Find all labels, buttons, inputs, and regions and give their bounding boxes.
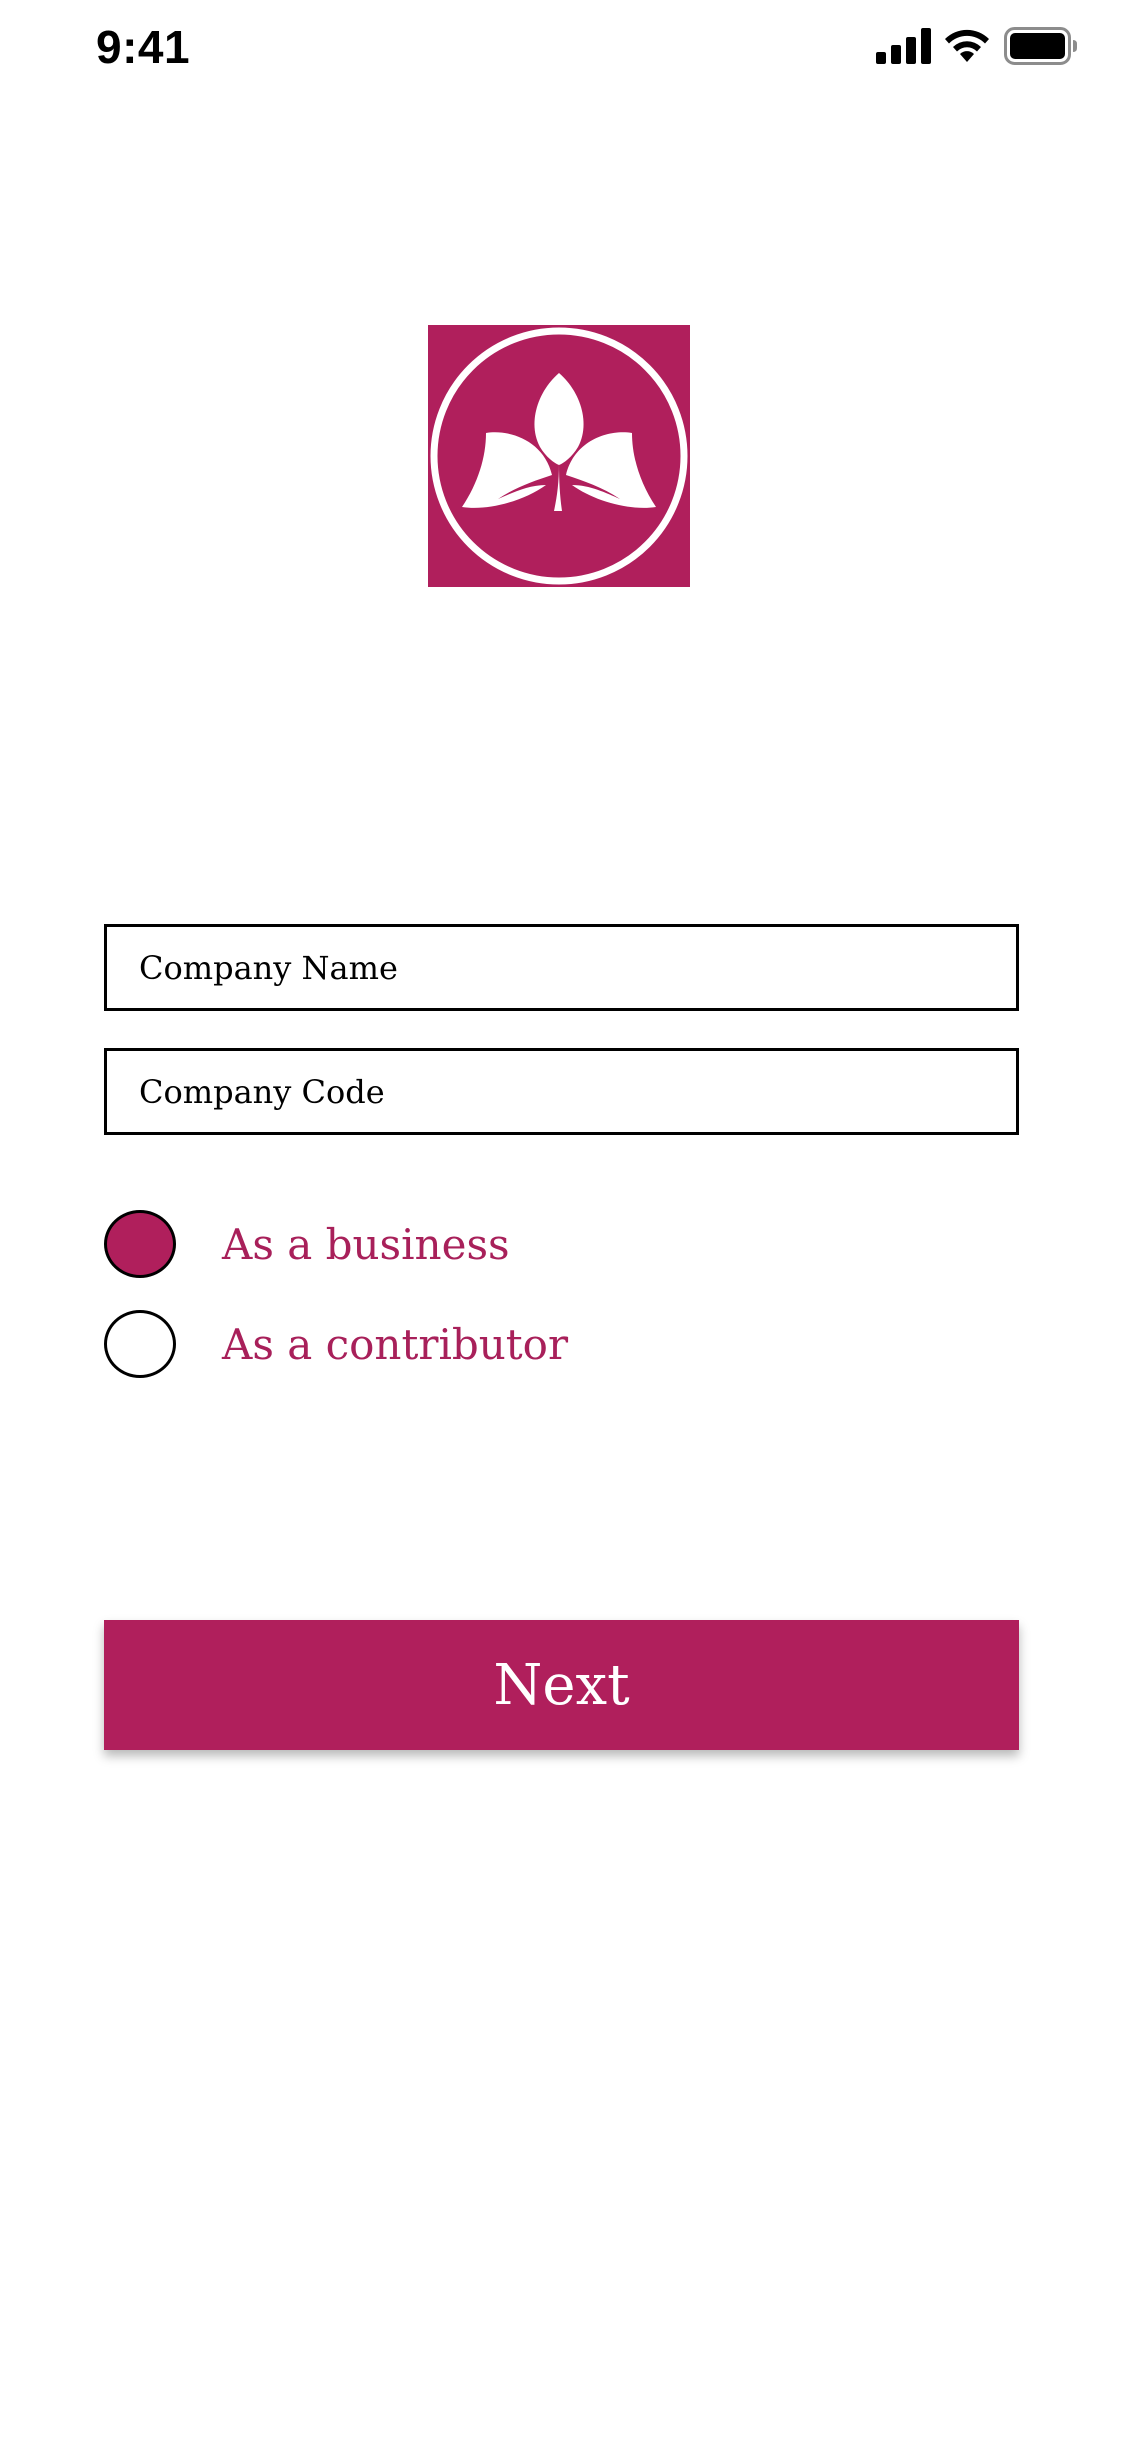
leaf-logo-icon <box>428 325 690 587</box>
next-button[interactable]: Next <box>104 1620 1019 1750</box>
radio-button-business[interactable] <box>104 1210 176 1278</box>
company-name-input[interactable] <box>104 924 1019 1011</box>
status-bar: 9:41 <box>0 0 1125 95</box>
radio-option-contributor[interactable]: As a contributor <box>104 1306 568 1382</box>
radio-label-business: As a business <box>222 1219 510 1269</box>
radio-label-contributor: As a contributor <box>222 1319 569 1369</box>
company-code-input[interactable] <box>104 1048 1019 1135</box>
wifi-icon <box>945 29 989 62</box>
radio-option-business[interactable]: As a business <box>104 1206 510 1282</box>
status-time: 9:41 <box>96 21 191 73</box>
radio-button-contributor[interactable] <box>104 1310 176 1378</box>
signal-icon <box>876 28 931 64</box>
battery-icon <box>1004 27 1077 65</box>
